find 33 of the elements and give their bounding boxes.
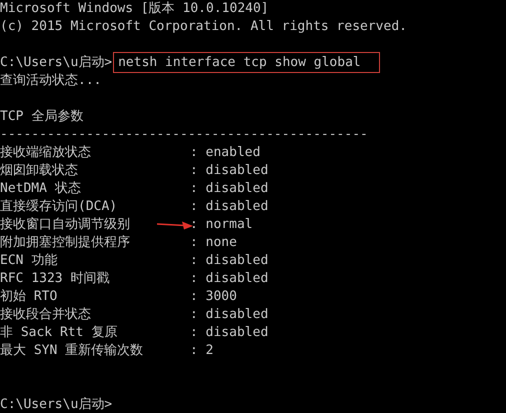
separator-line: ----------------------------------------------- [0, 127, 368, 142]
parameter-name: 烟囱卸载状态 [0, 162, 78, 180]
parameter-value: : disabled [190, 270, 268, 288]
arrow-icon [157, 220, 193, 230]
parameter-name: 接收段合并状态 [0, 306, 91, 324]
parameter-name: 附加拥塞控制提供程序 [0, 234, 130, 252]
parameter-value: : disabled [190, 198, 268, 216]
parameter-value: : normal [190, 216, 253, 234]
parameter-name: 非 Sack Rtt 复原 [0, 324, 118, 342]
section-title: TCP 全局参数 [0, 109, 84, 124]
parameter-name: 接收窗口自动调节级别 [0, 216, 130, 234]
console-text: (c) 2015 Microsoft Corporation. All rights reserved. [0, 19, 407, 34]
command-text: netsh interface tcp show global [116, 55, 377, 70]
parameter-value: : disabled [190, 324, 268, 342]
parameter-name: 最大 SYN 重新传输次数 [0, 342, 144, 360]
parameter-name: RFC 1323 时间戳 [0, 270, 110, 288]
prompt-text: C:\Users\u启动> [0, 397, 112, 412]
parameter-value: : disabled [190, 306, 268, 324]
parameter-name: 直接缓存访问(DCA) [0, 198, 118, 216]
status-text: 查询活动状态... [0, 73, 102, 88]
parameter-name: ECN 功能 [0, 252, 58, 270]
parameter-value: : disabled [190, 162, 268, 180]
parameter-value: : none [190, 234, 237, 252]
parameter-value: : disabled [190, 180, 268, 198]
console-text: Microsoft Windows [版本 10.0.10240] [0, 1, 269, 16]
parameter-value: : enabled [190, 144, 260, 162]
parameter-value: : 3000 [190, 288, 237, 306]
parameter-name: NetDMA 状态 [0, 180, 81, 198]
parameter-name: 初始 RTO [0, 288, 58, 306]
prompt-text: C:\Users\u启动> [0, 55, 112, 70]
parameter-value: : disabled [190, 252, 268, 270]
parameter-name: 接收端缩放状态 [0, 144, 91, 162]
parameter-value: : 2 [190, 342, 214, 360]
